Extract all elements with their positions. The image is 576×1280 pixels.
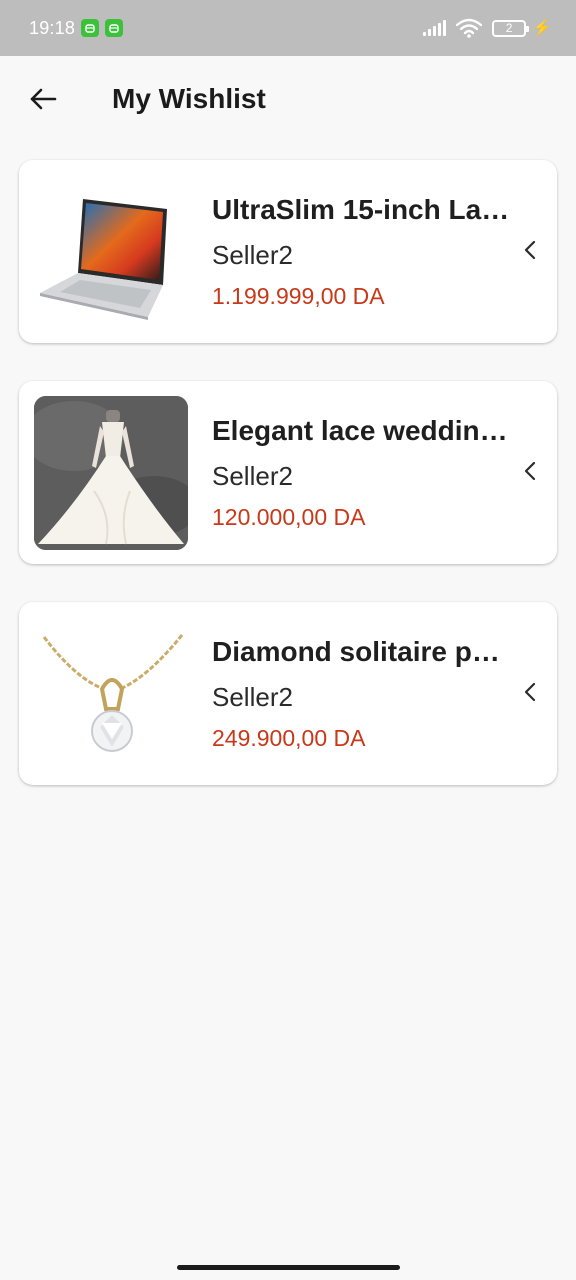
wishlist-item[interactable]: Diamond solitaire pendant Seller2 249.90… xyxy=(19,602,557,785)
status-indicators: 2 ⚡ xyxy=(423,18,552,38)
item-info: UltraSlim 15-inch Laptop Seller2 1.199.9… xyxy=(212,194,512,310)
item-seller: Seller2 xyxy=(212,239,293,270)
item-seller: Seller2 xyxy=(212,460,293,491)
product-image xyxy=(34,395,188,550)
item-info: Diamond solitaire pendant Seller2 249.90… xyxy=(212,636,512,752)
item-price: 249.900,00 DA xyxy=(212,724,366,751)
home-indicator[interactable] xyxy=(177,1265,400,1270)
wishlist-item[interactable]: Elegant lace wedding dress Seller2 120.0… xyxy=(19,381,557,564)
arrow-left-icon xyxy=(30,88,57,110)
item-info: Elegant lace wedding dress Seller2 120.0… xyxy=(212,415,512,531)
item-price: 1.199.999,00 DA xyxy=(212,282,385,309)
back-button[interactable] xyxy=(19,75,67,123)
page-title: My Wishlist xyxy=(112,83,266,114)
wifi-icon xyxy=(456,18,483,38)
item-seller: Seller2 xyxy=(212,681,293,712)
wishlist-item[interactable]: UltraSlim 15-inch Laptop Seller2 1.199.9… xyxy=(19,160,557,343)
wishlist-list: UltraSlim 15-inch Laptop Seller2 1.199.9… xyxy=(19,160,557,823)
status-bar: 19:18 2 ⚡ xyxy=(0,0,576,56)
item-price: 120.000,00 DA xyxy=(212,503,366,530)
charging-icon: ⚡ xyxy=(532,20,552,37)
chevron-left-icon[interactable] xyxy=(521,680,539,704)
status-time: 19:18 xyxy=(29,17,76,38)
chevron-left-icon[interactable] xyxy=(521,459,539,483)
item-title: UltraSlim 15-inch Laptop xyxy=(212,193,512,225)
item-title: Elegant lace wedding dress xyxy=(212,414,512,446)
product-image xyxy=(34,617,188,771)
signal-icon xyxy=(423,20,447,36)
laptop-image xyxy=(40,198,167,320)
app-bar: My Wishlist xyxy=(0,56,576,142)
chevron-left-icon[interactable] xyxy=(521,238,539,262)
diamond-pendant-image xyxy=(42,633,184,752)
battery-level: 2 xyxy=(505,21,513,35)
android-notification-icon xyxy=(81,19,100,37)
wedding-dress-image xyxy=(34,395,188,550)
item-title: Diamond solitaire pendant xyxy=(212,635,512,667)
battery-icon: 2 xyxy=(492,19,530,37)
product-image xyxy=(34,175,188,329)
android-notification-icon xyxy=(105,19,124,37)
